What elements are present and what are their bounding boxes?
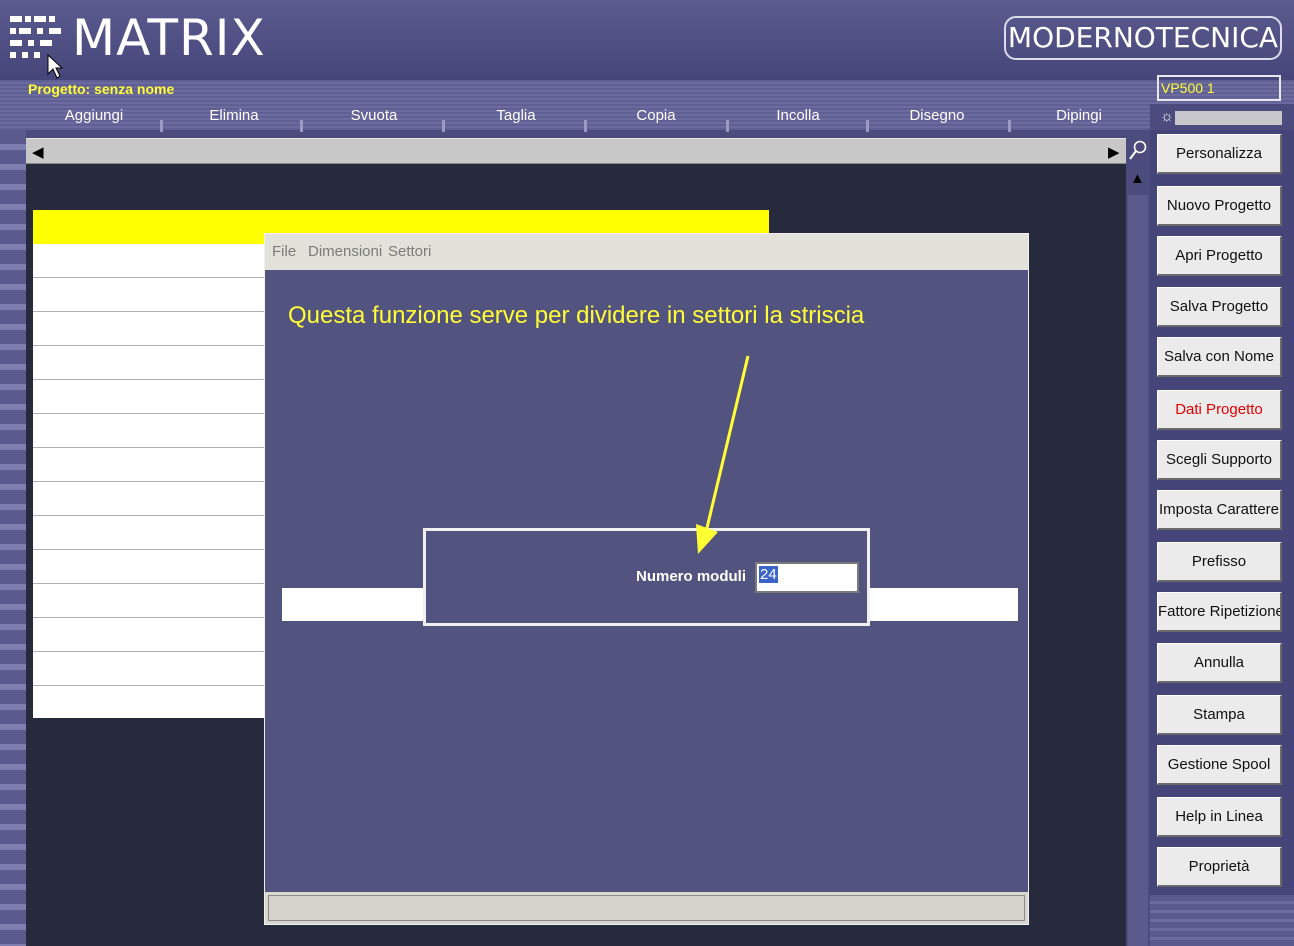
personalizza-button[interactable]: Personalizza xyxy=(1157,134,1282,174)
scegli-supporto-button[interactable]: Scegli Supporto xyxy=(1157,440,1282,480)
modules-count-input[interactable]: 24 xyxy=(755,562,859,593)
toolbar-aggiungi-button[interactable]: Aggiungi xyxy=(52,104,136,130)
apri-progetto-button[interactable]: Apri Progetto xyxy=(1157,236,1282,276)
scroll-right-arrow-icon[interactable]: ▶ xyxy=(1108,143,1120,161)
toolbar-copia-button[interactable]: Copia xyxy=(614,104,698,130)
toolbar-separator xyxy=(160,120,163,132)
left-decoration xyxy=(0,130,26,946)
toolbar-separator xyxy=(726,120,729,132)
toolbar-dipingi-button[interactable]: Dipingi xyxy=(1037,104,1121,130)
modules-count-value: 24 xyxy=(759,566,778,583)
prefisso-button[interactable]: Prefisso xyxy=(1157,542,1282,582)
toolbar-svuota-button[interactable]: Svuota xyxy=(332,104,416,130)
scroll-left-arrow-icon[interactable]: ◀ xyxy=(32,143,44,161)
annotation-text: Questa funzione serve per dividere in se… xyxy=(288,302,865,329)
fattore-ripetizione-button[interactable]: Fattore Ripetizione xyxy=(1157,592,1282,632)
panel-decoration xyxy=(1150,895,1294,946)
toolbar-separator xyxy=(1008,120,1011,132)
help-in-linea-button[interactable]: Help in Linea xyxy=(1157,797,1282,837)
project-name-label: Progetto: senza nome xyxy=(28,81,175,97)
model-field[interactable]: VP500 1 xyxy=(1157,75,1281,101)
menu-settori[interactable]: Settori xyxy=(388,243,431,260)
stampa-button[interactable]: Stampa xyxy=(1157,695,1282,735)
salva-progetto-button[interactable]: Salva Progetto xyxy=(1157,287,1282,327)
magnifier-icon[interactable] xyxy=(1128,140,1148,162)
annotation-arrow-icon xyxy=(696,355,750,554)
toolbar-separator xyxy=(300,120,303,132)
nuovo-progetto-button[interactable]: Nuovo Progetto xyxy=(1157,186,1282,226)
app-title: MATRIX xyxy=(72,9,266,67)
propriet-button[interactable]: Proprietà xyxy=(1157,847,1282,887)
toolbar-separator xyxy=(584,120,587,132)
gestione-spool-button[interactable]: Gestione Spool xyxy=(1157,745,1282,785)
toolbar-incolla-button[interactable]: Incolla xyxy=(756,104,840,130)
toolbar-elimina-button[interactable]: Elimina xyxy=(192,104,276,130)
toolbar-separator xyxy=(442,120,445,132)
brightness-bar[interactable] xyxy=(1175,111,1282,125)
toolbar-disegno-button[interactable]: Disegno xyxy=(895,104,979,130)
vertical-scroll-track[interactable] xyxy=(1128,195,1148,946)
mouse-pointer-icon xyxy=(47,54,63,79)
salva-con-nome-button[interactable]: Salva con Nome xyxy=(1157,337,1282,377)
horizontal-scrollbar[interactable] xyxy=(26,138,1126,164)
brand-logo: MODERNOTECNICA xyxy=(1004,16,1282,60)
toolbar-taglia-button[interactable]: Taglia xyxy=(474,104,558,130)
imposta-carattere-button[interactable]: Imposta Carattere xyxy=(1157,490,1282,530)
modules-count-label: Numero moduli xyxy=(636,568,747,585)
sectors-status-bar xyxy=(268,895,1025,921)
annulla-button[interactable]: Annulla xyxy=(1157,643,1282,683)
dati-progetto-button[interactable]: Dati Progetto xyxy=(1157,390,1282,430)
toolbar-separator xyxy=(866,120,869,132)
scroll-up-arrow-icon[interactable]: ▲ xyxy=(1130,170,1145,187)
sun-icon[interactable]: ☼ xyxy=(1160,108,1174,126)
menu-file[interactable]: File xyxy=(272,243,296,260)
menu-dimensioni[interactable]: Dimensioni xyxy=(308,243,382,260)
project-bar xyxy=(0,80,1294,104)
